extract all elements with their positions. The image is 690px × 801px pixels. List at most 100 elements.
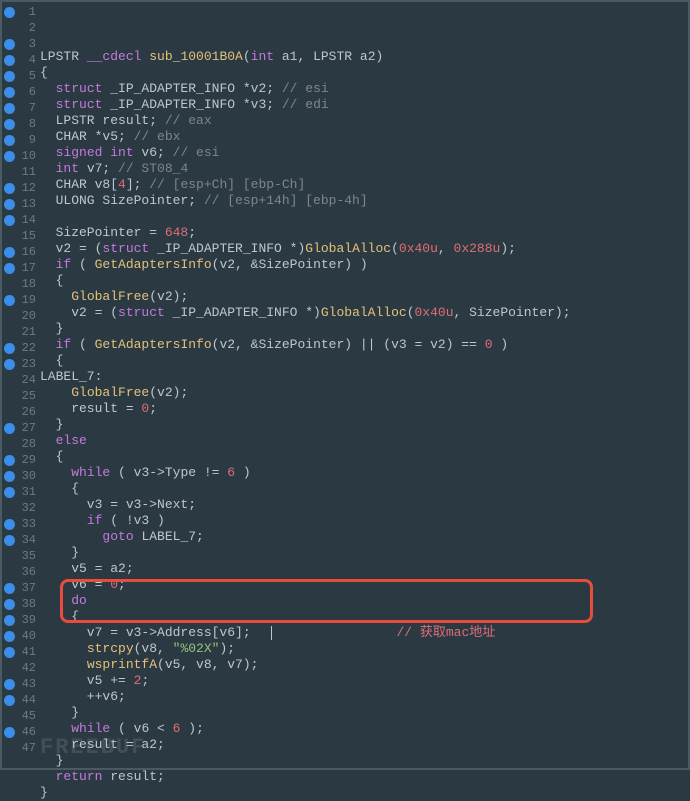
gutter-row[interactable]: 25: [2, 388, 40, 404]
code-line[interactable]: v7 = v3->Address[v6]; // 获取mac地址: [40, 625, 688, 641]
code-line[interactable]: LABEL_7:: [40, 369, 688, 385]
gutter-row[interactable]: 1: [2, 4, 40, 20]
code-line[interactable]: LPSTR __cdecl sub_10001B0A(int a1, LPSTR…: [40, 49, 688, 65]
breakpoint-icon[interactable]: [4, 263, 15, 274]
gutter-row[interactable]: 10: [2, 148, 40, 164]
gutter-row[interactable]: 21: [2, 324, 40, 340]
breakpoint-icon[interactable]: [4, 183, 15, 194]
gutter-row[interactable]: 14: [2, 212, 40, 228]
gutter-row[interactable]: 40: [2, 628, 40, 644]
gutter-row[interactable]: 20: [2, 308, 40, 324]
gutter-row[interactable]: 11: [2, 164, 40, 180]
breakpoint-icon[interactable]: [4, 151, 15, 162]
gutter-row[interactable]: 44: [2, 692, 40, 708]
code-line[interactable]: while ( v3->Type != 6 ): [40, 465, 688, 481]
breakpoint-icon[interactable]: [4, 135, 15, 146]
breakpoint-icon[interactable]: [4, 71, 15, 82]
code-line[interactable]: v2 = (struct _IP_ADAPTER_INFO *)GlobalAl…: [40, 305, 688, 321]
code-line[interactable]: do: [40, 593, 688, 609]
breakpoint-icon[interactable]: [4, 535, 15, 546]
breakpoint-icon[interactable]: [4, 55, 15, 66]
breakpoint-icon[interactable]: [4, 295, 15, 306]
breakpoint-icon[interactable]: [4, 583, 15, 594]
code-line[interactable]: CHAR v8[4]; // [esp+Ch] [ebp-Ch]: [40, 177, 688, 193]
gutter-row[interactable]: 41: [2, 644, 40, 660]
code-line[interactable]: result = 0;: [40, 401, 688, 417]
code-line[interactable]: goto LABEL_7;: [40, 529, 688, 545]
gutter-row[interactable]: 8: [2, 116, 40, 132]
code-line[interactable]: GlobalFree(v2);: [40, 289, 688, 305]
code-line[interactable]: v6 = 0;: [40, 577, 688, 593]
code-line[interactable]: }: [40, 417, 688, 433]
gutter-row[interactable]: 7: [2, 100, 40, 116]
gutter-row[interactable]: 23: [2, 356, 40, 372]
gutter-row[interactable]: 39: [2, 612, 40, 628]
code-line[interactable]: {: [40, 273, 688, 289]
gutter-row[interactable]: 5: [2, 68, 40, 84]
gutter-row[interactable]: 6: [2, 84, 40, 100]
code-line[interactable]: signed int v6; // esi: [40, 145, 688, 161]
breakpoint-icon[interactable]: [4, 215, 15, 226]
code-line[interactable]: {: [40, 353, 688, 369]
code-line[interactable]: v2 = (struct _IP_ADAPTER_INFO *)GlobalAl…: [40, 241, 688, 257]
breakpoint-icon[interactable]: [4, 455, 15, 466]
breakpoint-icon[interactable]: [4, 727, 15, 738]
gutter-row[interactable]: 43: [2, 676, 40, 692]
gutter-row[interactable]: 37: [2, 580, 40, 596]
code-line[interactable]: {: [40, 481, 688, 497]
gutter-row[interactable]: 42: [2, 660, 40, 676]
code-line[interactable]: if ( !v3 ): [40, 513, 688, 529]
gutter-row[interactable]: 45: [2, 708, 40, 724]
code-line[interactable]: v5 = a2;: [40, 561, 688, 577]
gutter-row[interactable]: 35: [2, 548, 40, 564]
gutter-row[interactable]: 22: [2, 340, 40, 356]
code-line[interactable]: }: [40, 753, 688, 769]
code-line[interactable]: {: [40, 65, 688, 81]
gutter-row[interactable]: 27: [2, 420, 40, 436]
breakpoint-icon[interactable]: [4, 423, 15, 434]
breakpoint-icon[interactable]: [4, 199, 15, 210]
gutter-row[interactable]: 38: [2, 596, 40, 612]
gutter-row[interactable]: 33: [2, 516, 40, 532]
gutter-row[interactable]: 30: [2, 468, 40, 484]
breakpoint-icon[interactable]: [4, 343, 15, 354]
breakpoint-icon[interactable]: [4, 631, 15, 642]
breakpoint-icon[interactable]: [4, 471, 15, 482]
code-line[interactable]: LPSTR result; // eax: [40, 113, 688, 129]
breakpoint-icon[interactable]: [4, 695, 15, 706]
code-line[interactable]: GlobalFree(v2);: [40, 385, 688, 401]
code-line[interactable]: CHAR *v5; // ebx: [40, 129, 688, 145]
code-line[interactable]: struct _IP_ADAPTER_INFO *v2; // esi: [40, 81, 688, 97]
gutter-row[interactable]: 18: [2, 276, 40, 292]
breakpoint-icon[interactable]: [4, 359, 15, 370]
code-line[interactable]: }: [40, 545, 688, 561]
breakpoint-icon[interactable]: [4, 679, 15, 690]
code-line[interactable]: ULONG SizePointer; // [esp+14h] [ebp-4h]: [40, 193, 688, 209]
breakpoint-icon[interactable]: [4, 103, 15, 114]
breakpoint-icon[interactable]: [4, 7, 15, 18]
code-editor[interactable]: 1234567891011121314151617181920212223242…: [0, 0, 690, 770]
breakpoint-icon[interactable]: [4, 647, 15, 658]
gutter-row[interactable]: 4: [2, 52, 40, 68]
code-line[interactable]: }: [40, 705, 688, 721]
gutter-row[interactable]: 19: [2, 292, 40, 308]
breakpoint-icon[interactable]: [4, 487, 15, 498]
code-line[interactable]: SizePointer = 648;: [40, 225, 688, 241]
gutter-row[interactable]: 46: [2, 724, 40, 740]
code-line[interactable]: {: [40, 449, 688, 465]
breakpoint-icon[interactable]: [4, 247, 15, 258]
breakpoint-icon[interactable]: [4, 39, 15, 50]
breakpoint-icon[interactable]: [4, 87, 15, 98]
gutter-row[interactable]: 29: [2, 452, 40, 468]
code-line[interactable]: strcpy(v8, "%02X");: [40, 641, 688, 657]
breakpoint-icon[interactable]: [4, 615, 15, 626]
code-line[interactable]: if ( GetAdaptersInfo(v2, &SizePointer) ): [40, 257, 688, 273]
gutter-row[interactable]: 13: [2, 196, 40, 212]
gutter-row[interactable]: 24: [2, 372, 40, 388]
gutter-row[interactable]: 28: [2, 436, 40, 452]
code-line[interactable]: result = a2;: [40, 737, 688, 753]
gutter-row[interactable]: 3: [2, 36, 40, 52]
code-line[interactable]: if ( GetAdaptersInfo(v2, &SizePointer) |…: [40, 337, 688, 353]
breakpoint-icon[interactable]: [4, 519, 15, 530]
gutter-row[interactable]: 32: [2, 500, 40, 516]
